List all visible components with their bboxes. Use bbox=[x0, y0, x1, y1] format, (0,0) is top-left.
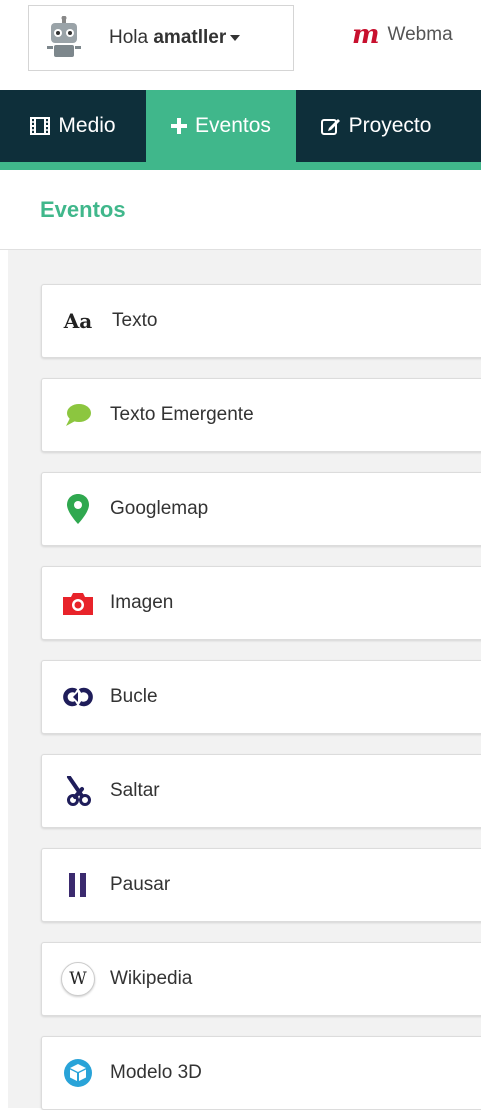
tab-medio-label: Medio bbox=[58, 114, 116, 137]
tab-underline bbox=[0, 162, 481, 170]
event-item-texto[interactable]: Aa Texto bbox=[41, 284, 481, 358]
main-tabs: Medio Eventos Proyecto bbox=[0, 90, 481, 162]
user-greeting: Hola amatller bbox=[109, 27, 241, 49]
edit-icon bbox=[320, 117, 341, 135]
event-item-texto-emergente[interactable]: Texto Emergente bbox=[41, 378, 481, 452]
panel-header: Eventos bbox=[0, 170, 481, 250]
scissors-icon bbox=[58, 776, 98, 806]
panel-title: Eventos bbox=[40, 197, 126, 222]
tab-proyecto[interactable]: Proyecto bbox=[296, 90, 456, 162]
webmaker-logo-icon: m bbox=[352, 20, 380, 50]
robot-avatar-icon bbox=[47, 16, 81, 57]
tab-medio[interactable]: Medio bbox=[0, 90, 146, 162]
username: amatller bbox=[153, 27, 227, 48]
event-item-googlemap[interactable]: Googlemap bbox=[41, 472, 481, 546]
event-label-pausar: Pausar bbox=[110, 874, 171, 895]
film-icon bbox=[30, 117, 51, 135]
webmaker-label: Webma bbox=[387, 24, 453, 45]
event-item-imagen[interactable]: Imagen bbox=[41, 566, 481, 640]
event-label-googlemap: Googlemap bbox=[110, 498, 209, 519]
event-item-saltar[interactable]: Saltar bbox=[41, 754, 481, 828]
user-menu-button[interactable]: Hola amatller bbox=[28, 5, 294, 71]
plus-icon bbox=[171, 118, 188, 134]
event-label-saltar: Saltar bbox=[110, 780, 160, 801]
event-label-texto-emergente: Texto Emergente bbox=[110, 404, 254, 425]
event-label-texto: Texto bbox=[112, 310, 158, 331]
cube-icon bbox=[58, 1058, 98, 1088]
event-label-imagen: Imagen bbox=[110, 592, 174, 613]
event-item-wikipedia[interactable]: W Wikipedia bbox=[41, 942, 481, 1016]
caret-down-icon bbox=[230, 34, 241, 41]
text-icon: Aa bbox=[58, 309, 98, 333]
wikipedia-icon-glyph: W bbox=[61, 962, 95, 996]
event-item-modelo-3d[interactable]: Modelo 3D bbox=[41, 1036, 481, 1110]
camera-icon bbox=[58, 591, 98, 615]
top-bar: Hola amatller m Webma bbox=[0, 0, 481, 90]
event-item-pausar[interactable]: Pausar bbox=[41, 848, 481, 922]
greeting-text: Hola bbox=[109, 27, 149, 48]
event-item-bucle[interactable]: Bucle bbox=[41, 660, 481, 734]
tab-eventos-label: Eventos bbox=[195, 114, 271, 137]
tab-proyecto-label: Proyecto bbox=[348, 114, 432, 137]
webmaker-link[interactable]: m Webma bbox=[352, 20, 453, 50]
pause-icon bbox=[58, 873, 98, 897]
event-label-bucle: Bucle bbox=[110, 686, 158, 707]
event-label-wikipedia: Wikipedia bbox=[110, 968, 193, 989]
loop-icon bbox=[58, 686, 98, 708]
wikipedia-icon: W bbox=[58, 962, 98, 996]
text-icon-glyph: Aa bbox=[63, 309, 93, 333]
speech-bubble-icon bbox=[58, 403, 98, 427]
tab-eventos[interactable]: Eventos bbox=[146, 90, 296, 162]
map-pin-icon bbox=[58, 494, 98, 524]
event-label-modelo-3d: Modelo 3D bbox=[110, 1062, 202, 1083]
